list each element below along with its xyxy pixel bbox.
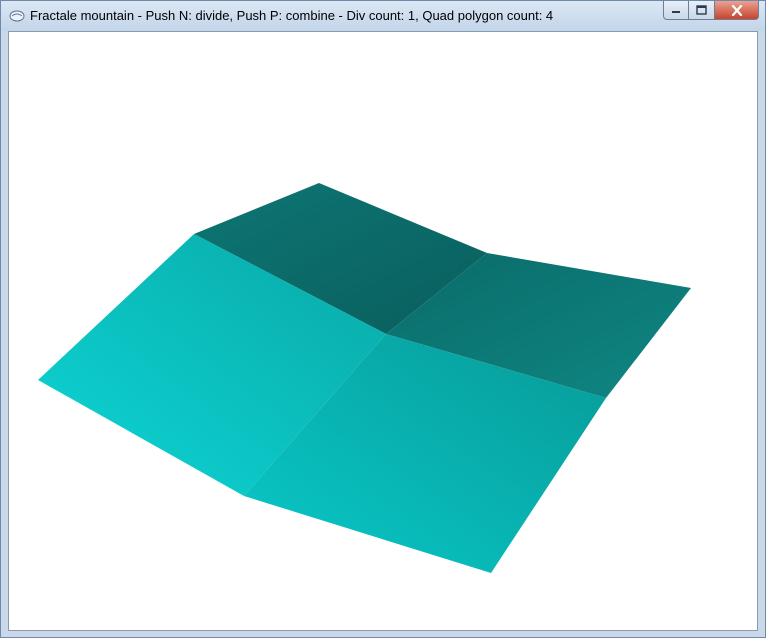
title-bar[interactable]: Fractale mountain - Push N: divide, Push… <box>1 1 765 31</box>
render-canvas[interactable] <box>8 31 758 631</box>
minimize-icon <box>672 11 680 13</box>
minimize-button[interactable] <box>663 1 689 20</box>
window-controls <box>663 1 759 21</box>
fractal-mountain-scene[interactable] <box>9 32 757 630</box>
close-icon <box>731 4 742 16</box>
app-icon <box>9 10 25 22</box>
maximize-icon <box>696 5 707 15</box>
app-window: Fractale mountain - Push N: divide, Push… <box>0 0 766 638</box>
close-button[interactable] <box>715 1 759 20</box>
window-title: Fractale mountain - Push N: divide, Push… <box>30 8 554 23</box>
maximize-button[interactable] <box>689 1 715 20</box>
